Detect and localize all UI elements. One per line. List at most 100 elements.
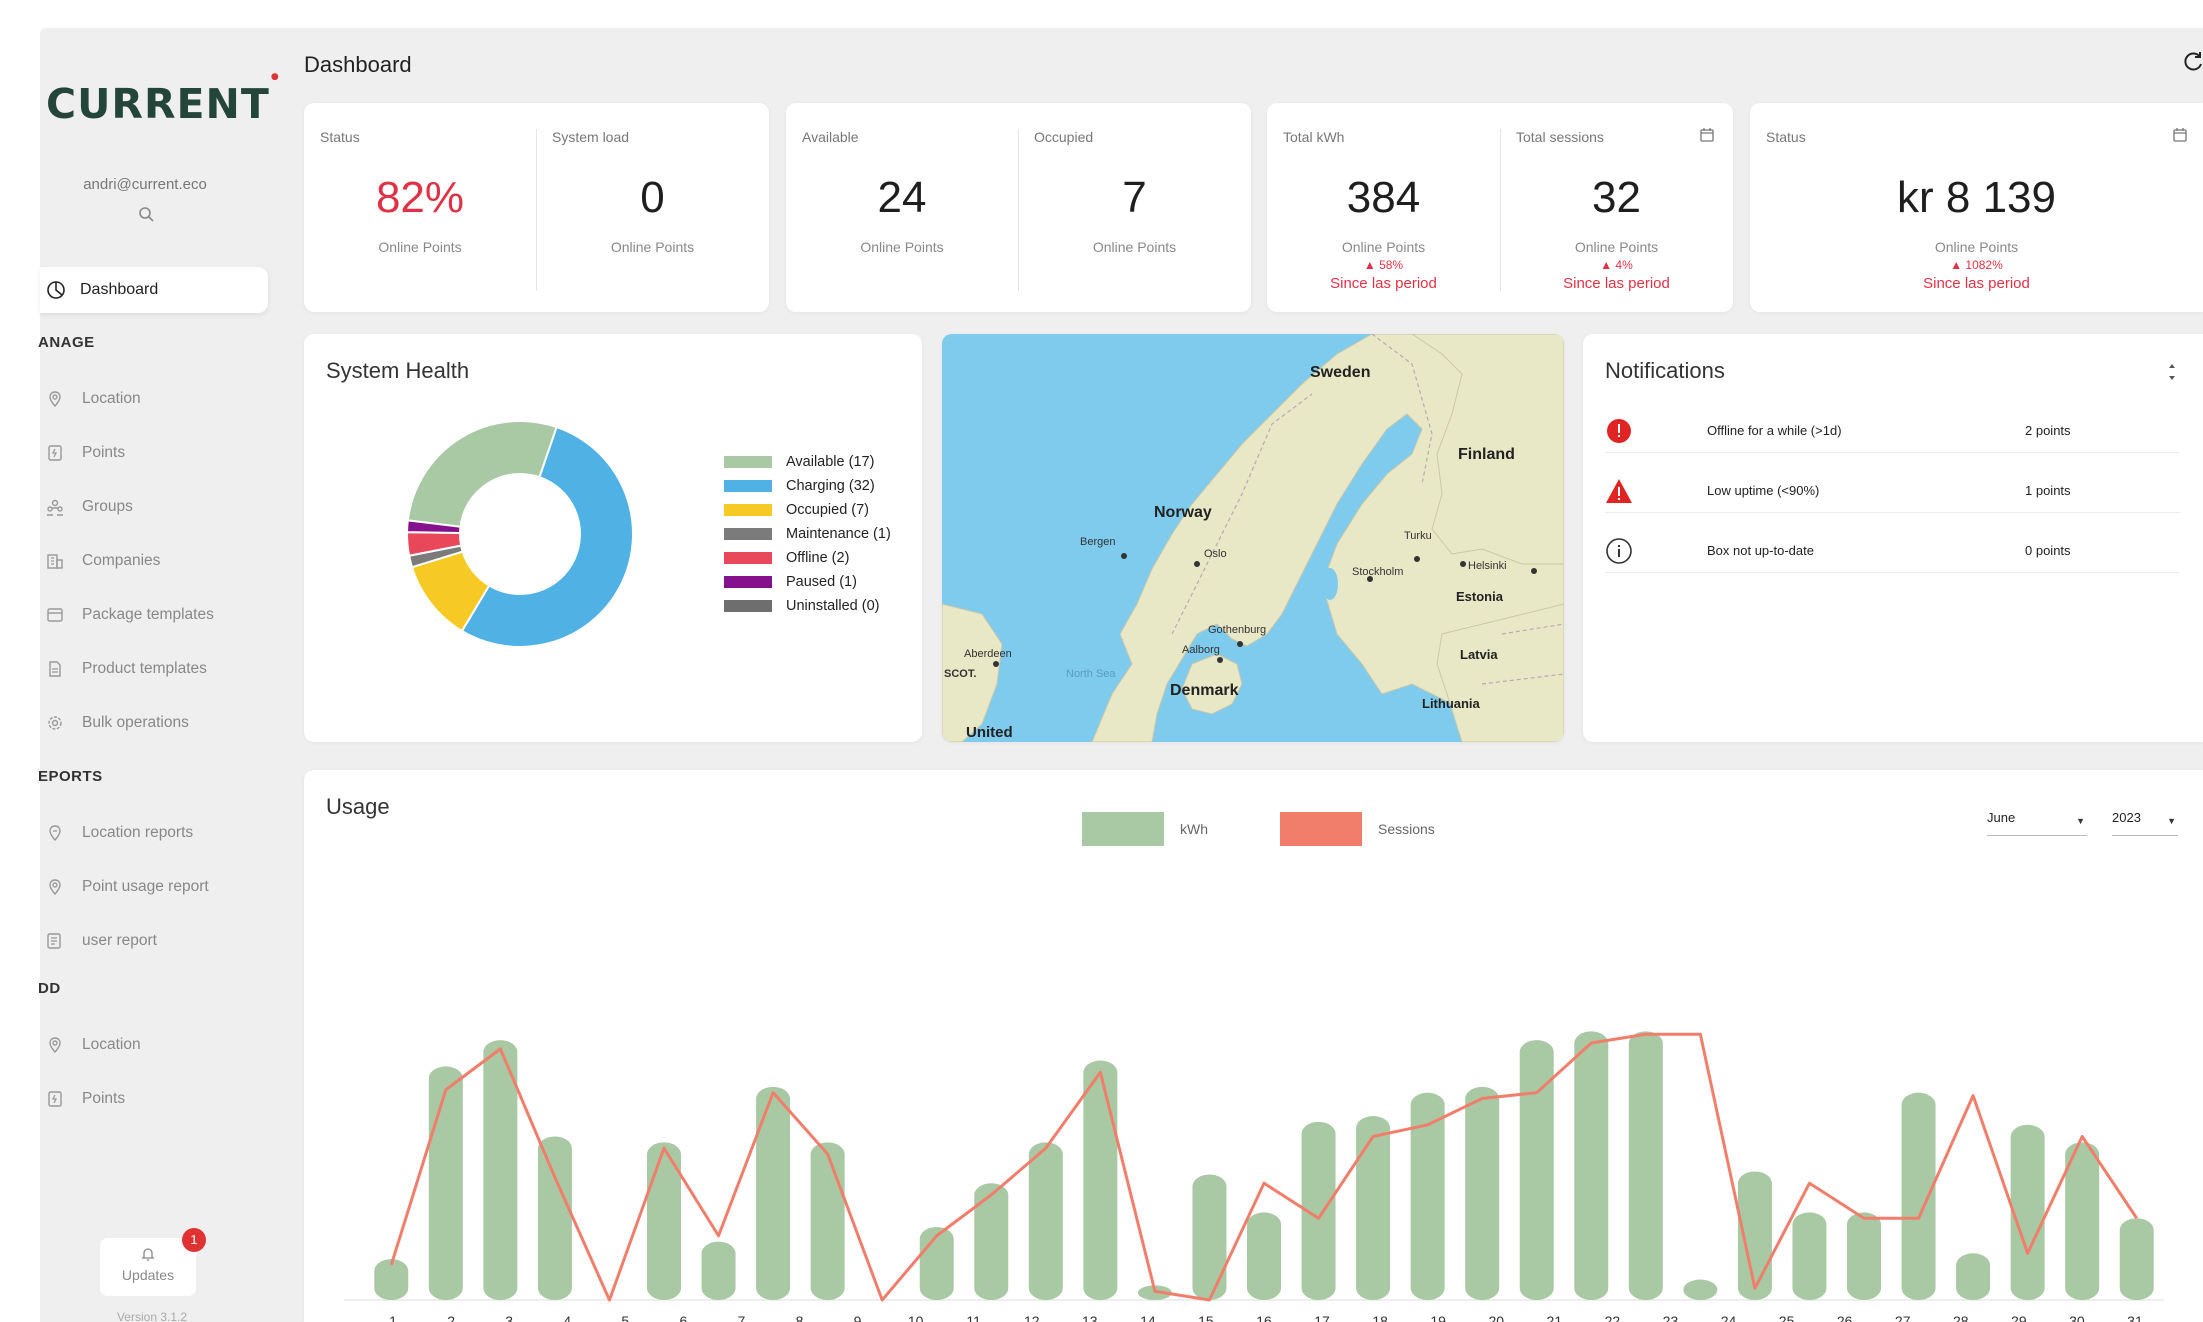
search-icon[interactable] — [138, 206, 154, 222]
stat-label: Status — [320, 129, 360, 145]
sidebar-item-add-location[interactable]: Location — [40, 1030, 270, 1060]
kwh-bar[interactable] — [701, 1241, 736, 1300]
sidebar-item-points[interactable]: Points — [40, 438, 270, 468]
sidebar-item-label: Location — [82, 390, 141, 407]
kwh-bar[interactable] — [1683, 1279, 1718, 1300]
logo[interactable]: CURRENT● — [46, 72, 279, 128]
x-tick-label: 29 — [2011, 1313, 2027, 1322]
legend-label: Paused (1) — [786, 574, 857, 590]
map-label-city: Stockholm — [1352, 566, 1404, 578]
map-label-country: Sweden — [1310, 364, 1371, 381]
sidebar-item-label: Product templates — [82, 660, 207, 677]
legend-item-maintenance: Maintenance (1) — [724, 526, 891, 542]
kwh-bar[interactable] — [1083, 1060, 1118, 1300]
kwh-bar[interactable] — [2065, 1142, 2100, 1300]
kwh-bar[interactable] — [1028, 1142, 1063, 1300]
x-tick-label: 14 — [1140, 1313, 1156, 1322]
sidebar-item-label: Package templates — [82, 606, 214, 623]
sidebar-item-label: Dashboard — [80, 281, 159, 298]
building-icon — [47, 554, 63, 569]
map-label-city: Oslo — [1204, 548, 1227, 560]
x-tick-label: 20 — [1488, 1313, 1504, 1322]
stat-label: Available — [802, 129, 859, 145]
location-pin-icon — [49, 391, 61, 408]
kwh-bar[interactable] — [1628, 1031, 1663, 1300]
stat-card-availability: Available 24 Online Points Occupied 7 On… — [786, 103, 1251, 312]
x-tick-label: 18 — [1372, 1313, 1388, 1322]
notification-item[interactable]: Offline for a while (>1d) 2 points — [1605, 409, 2180, 453]
legend-swatch — [724, 600, 772, 612]
stat-status: Status 82% Online Points — [304, 103, 536, 312]
sidebar-item-bulk-operations[interactable]: Bulk operations — [40, 708, 270, 738]
sidebar-item-location-reports[interactable]: Location reports — [40, 818, 270, 848]
x-tick-label: 9 — [854, 1313, 862, 1322]
notification-item[interactable]: Box not up-to-date 0 points — [1605, 529, 2180, 573]
notifications-panel: Notifications Offline for a while (>1d) … — [1583, 334, 2203, 742]
sidebar-item-location[interactable]: Location — [40, 384, 270, 414]
section-heading-add: DD — [38, 980, 61, 997]
kwh-bar[interactable] — [1847, 1212, 1881, 1300]
map-panel[interactable]: Sweden Finland Norway Estonia Latvia Den… — [942, 334, 1564, 742]
kwh-bar[interactable] — [1956, 1253, 1991, 1300]
stat-value: 24 — [877, 173, 927, 222]
sidebar-item-point-usage-report[interactable]: Point usage report — [40, 872, 270, 902]
donut-slice[interactable] — [406, 420, 558, 528]
x-tick-label: 16 — [1256, 1313, 1272, 1322]
map-label-country: Finland — [1458, 446, 1515, 463]
kwh-bar[interactable] — [810, 1142, 845, 1300]
calendar-icon[interactable] — [2172, 127, 2188, 143]
kwh-bar[interactable] — [1465, 1086, 1500, 1300]
notification-item[interactable]: Low uptime (<90%) 1 points — [1605, 469, 2180, 513]
kwh-bar[interactable] — [2119, 1218, 2154, 1300]
app-window: CURRENT● andri@current.eco Dashboard ANA… — [38, 28, 2203, 1322]
kwh-bar[interactable] — [1901, 1092, 1936, 1300]
x-tick-label: 26 — [1837, 1313, 1853, 1322]
stat-system-load: System load 0 Online Points — [536, 103, 769, 312]
kwh-bar[interactable] — [1247, 1212, 1281, 1300]
map-canvas[interactable] — [942, 334, 1564, 742]
x-tick-label: 25 — [1779, 1313, 1795, 1322]
kwh-bar[interactable] — [2010, 1124, 2045, 1300]
kwh-bar[interactable] — [1574, 1031, 1609, 1300]
section-heading-reports: EPORTS — [38, 768, 103, 785]
sidebar-item-groups[interactable]: Groups — [40, 492, 270, 522]
stat-value: kr 8 139 — [1897, 173, 2056, 222]
x-tick-label: 8 — [796, 1313, 804, 1322]
legend-item-offline: Offline (2) — [724, 550, 849, 566]
refresh-icon[interactable] — [2182, 50, 2203, 74]
kwh-bar[interactable] — [974, 1183, 1009, 1300]
kwh-bar[interactable] — [428, 1066, 463, 1300]
kwh-bar[interactable] — [374, 1259, 409, 1300]
sidebar-item-companies[interactable]: Companies — [40, 546, 270, 576]
sidebar-item-dashboard[interactable]: Dashboard — [40, 267, 268, 313]
stat-since: Since las period — [1330, 275, 1437, 292]
kwh-bar[interactable] — [1192, 1174, 1227, 1300]
sidebar-item-product-templates[interactable]: Product templates — [40, 654, 270, 684]
kwh-bar[interactable] — [537, 1136, 572, 1300]
stat-since: Since las period — [1563, 275, 1670, 292]
sort-icon[interactable] — [2166, 358, 2178, 386]
stat-value: 7 — [1122, 173, 1147, 222]
legend-swatch — [724, 480, 772, 492]
kwh-bar[interactable] — [1792, 1212, 1827, 1300]
kwh-bar[interactable] — [1356, 1116, 1391, 1300]
sidebar-item-label: Point usage report — [82, 878, 209, 895]
map-label-country: Lithuania — [1422, 696, 1480, 711]
sidebar-item-package-templates[interactable]: Package templates — [40, 600, 270, 630]
x-tick-label: 19 — [1430, 1313, 1446, 1322]
calendar-icon[interactable] — [1699, 127, 1715, 143]
stat-occupied: Occupied 7 Online Points — [1018, 103, 1251, 312]
x-tick-label: 5 — [621, 1313, 629, 1322]
stat-label: Total sessions — [1516, 129, 1604, 145]
sidebar-item-label: Points — [82, 444, 126, 461]
x-tick-label: 30 — [2069, 1313, 2085, 1322]
updates-button[interactable]: Updates — [100, 1238, 196, 1296]
notification-count: 0 points — [2025, 543, 2071, 558]
kwh-bar[interactable] — [1519, 1040, 1554, 1300]
sidebar-item-user-report[interactable]: user report — [40, 926, 270, 956]
sidebar-item-add-points[interactable]: Points — [40, 1084, 270, 1114]
kwh-bar[interactable] — [756, 1086, 791, 1300]
legend-swatch — [724, 504, 772, 516]
legend-label: Charging (32) — [786, 478, 875, 494]
version-text: Version 3.1.2 — [116, 1310, 188, 1322]
